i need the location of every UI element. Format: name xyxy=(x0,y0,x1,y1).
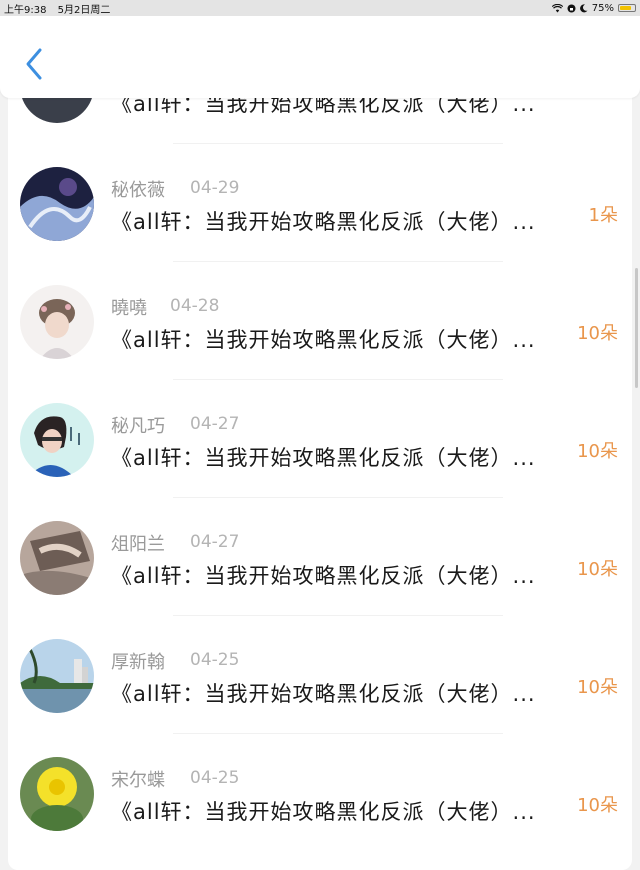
send-date: 04-28 xyxy=(170,296,220,316)
list-item[interactable]: 宋尔蝶 04-25 《all轩：当我开始攻略黑化反派（大佬）... 10朵 xyxy=(8,733,632,851)
work-title: 《all轩：当我开始攻略黑化反派（大佬）... xyxy=(111,800,536,824)
work-title: 《all轩：当我开始攻略黑化反派（大佬）... xyxy=(111,328,536,352)
navigation-bar xyxy=(0,16,640,98)
avatar xyxy=(20,521,94,595)
send-date: 04-29 xyxy=(190,178,240,198)
send-date: 04-25 xyxy=(190,650,240,670)
gift-record-list: 《all轩：当我开始攻略黑化反派（大佬）... 秘依薇 04-29 《all轩：… xyxy=(8,80,632,870)
gift-count: 10朵 xyxy=(577,323,618,344)
status-time: 上午9:38 xyxy=(4,4,47,16)
status-left: 上午9:38 5月2日周二 xyxy=(4,1,118,16)
battery-icon xyxy=(618,4,636,12)
wifi-icon xyxy=(551,3,563,12)
send-date: 04-25 xyxy=(190,768,240,788)
avatar xyxy=(20,167,94,241)
moon-icon xyxy=(579,3,588,12)
avatar xyxy=(20,285,94,359)
status-bar: 上午9:38 5月2日周二 75% xyxy=(0,0,640,16)
gift-count: 10朵 xyxy=(577,441,618,462)
back-button[interactable] xyxy=(22,46,46,82)
work-title: 《all轩：当我开始攻略黑化反派（大佬）... xyxy=(111,682,536,706)
battery-percent: 75% xyxy=(591,2,614,14)
lock-rotation-icon xyxy=(567,4,576,12)
list-item[interactable]: 秘依薇 04-29 《all轩：当我开始攻略黑化反派（大佬）... 1朵 xyxy=(8,143,632,261)
status-right: 75% xyxy=(551,2,636,14)
avatar xyxy=(20,757,94,831)
avatar xyxy=(20,639,94,713)
gift-count: 10朵 xyxy=(577,677,618,698)
user-name: 曉嘵 xyxy=(111,298,147,319)
gift-count: 10朵 xyxy=(577,795,618,816)
user-name: 秘依薇 xyxy=(111,180,165,201)
user-name: 宋尔蝶 xyxy=(111,770,165,791)
gift-count: 10朵 xyxy=(577,559,618,580)
user-name: 俎阳兰 xyxy=(111,534,165,555)
avatar xyxy=(20,403,94,477)
send-date: 04-27 xyxy=(190,532,240,552)
send-date: 04-27 xyxy=(190,414,240,434)
gift-count: 1朵 xyxy=(588,205,618,226)
work-title: 《all轩：当我开始攻略黑化反派（大佬）... xyxy=(111,564,536,588)
list-item[interactable]: 秘凡巧 04-27 《all轩：当我开始攻略黑化反派（大佬）... 10朵 xyxy=(8,379,632,497)
user-name: 秘凡巧 xyxy=(111,416,165,437)
status-date: 5月2日周二 xyxy=(57,4,111,16)
scrollbar[interactable] xyxy=(635,268,638,388)
list-item[interactable]: 厚新翰 04-25 《all轩：当我开始攻略黑化反派（大佬）... 10朵 xyxy=(8,615,632,733)
work-title: 《all轩：当我开始攻略黑化反派（大佬）... xyxy=(111,446,536,470)
work-title: 《all轩：当我开始攻略黑化反派（大佬）... xyxy=(111,210,536,234)
user-name: 厚新翰 xyxy=(111,652,165,673)
list-item[interactable]: 曉嘵 04-28 《all轩：当我开始攻略黑化反派（大佬）... 10朵 xyxy=(8,261,632,379)
list-item[interactable]: 俎阳兰 04-27 《all轩：当我开始攻略黑化反派（大佬）... 10朵 xyxy=(8,497,632,615)
chevron-left-icon xyxy=(26,48,42,80)
